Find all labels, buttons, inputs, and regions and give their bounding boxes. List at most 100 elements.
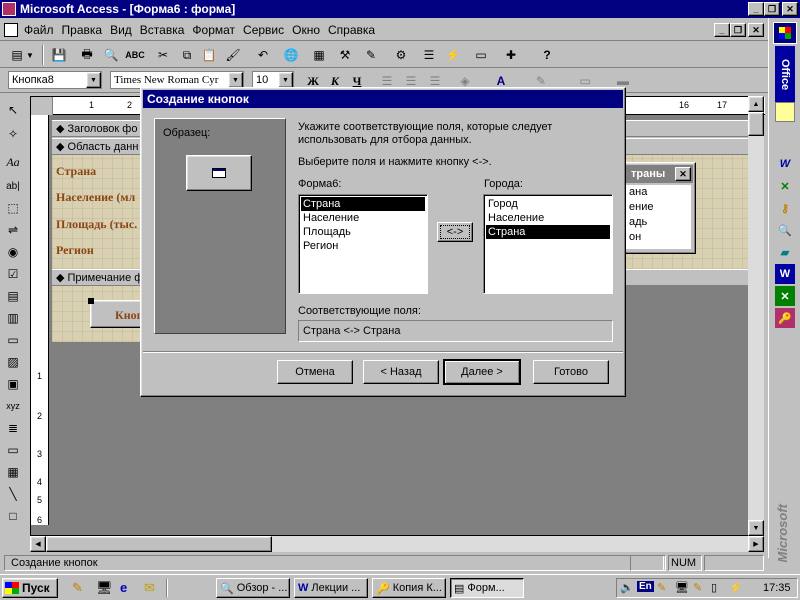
tray-monitor-icon[interactable]: 🖥 — [675, 581, 689, 594]
rectangle-tool-icon[interactable]: □ — [2, 506, 24, 526]
list-box-icon[interactable]: ▥ — [2, 308, 24, 328]
form-doc-icon[interactable] — [4, 23, 18, 37]
scroll-thumb-horizontal[interactable] — [46, 536, 272, 552]
list-item[interactable]: Площадь — [301, 225, 425, 239]
option-group-icon[interactable]: ⬚ — [2, 198, 24, 218]
copy-icon[interactable]: ⧉ — [176, 44, 198, 66]
code-icon[interactable]: ⚙ — [390, 44, 412, 66]
autoformat-icon[interactable]: ✎ — [360, 44, 382, 66]
scroll-down-button[interactable]: ▼ — [748, 520, 764, 536]
option-button-icon[interactable]: ◉ — [2, 242, 24, 262]
back-button[interactable]: < Назад — [363, 360, 439, 384]
bound-frame-icon[interactable]: xyz — [2, 396, 24, 416]
vertical-scrollbar[interactable]: ▲ ▼ — [748, 96, 764, 536]
menu-item-1[interactable]: Правка — [62, 23, 103, 37]
binder-icon[interactable]: ▰ — [775, 242, 795, 262]
tray-pen2-icon[interactable]: ✎ — [693, 581, 702, 594]
next-button[interactable]: Далее > — [443, 359, 521, 385]
language-indicator[interactable]: En — [637, 581, 654, 592]
access-app-icon[interactable] — [2, 2, 16, 16]
font-name-dropdown[interactable]: ▼ — [228, 72, 243, 88]
field-label-country[interactable]: Страна — [56, 164, 142, 179]
office-logo-button[interactable] — [773, 22, 797, 44]
notes-icon[interactable] — [775, 102, 795, 122]
image-tool-icon[interactable]: ▨ — [2, 352, 24, 372]
object-select-dropdown[interactable]: ▼ — [86, 72, 101, 88]
start-button[interactable]: Пуск — [2, 578, 58, 598]
task-copy[interactable]: 🔑 Копия К... — [372, 578, 446, 598]
undo-icon[interactable]: ↶ — [252, 44, 274, 66]
ruler-corner[interactable] — [31, 97, 53, 115]
textbox-tool-icon[interactable]: ab| — [2, 176, 24, 196]
finish-button[interactable]: Готово — [533, 360, 609, 384]
field-list-title-bar[interactable]: траны ✕ — [617, 165, 693, 183]
menu-item-7[interactable]: Справка — [328, 23, 375, 37]
menu-item-2[interactable]: Вид — [110, 23, 132, 37]
list-item[interactable]: Население — [301, 211, 425, 225]
field-label-population[interactable]: Население (мл — [56, 190, 142, 205]
clock[interactable]: 17:35 — [763, 582, 791, 594]
field-list-icon[interactable]: ▦ — [308, 44, 330, 66]
save-icon[interactable]: 💾 — [48, 44, 70, 66]
excel-sheet-icon[interactable]: ✕ — [775, 286, 795, 306]
list-item-selected[interactable]: Страна — [301, 197, 425, 211]
tray-battery-icon[interactable]: ▯ — [711, 581, 717, 594]
dialog-title-bar[interactable]: Создание кнопок — [143, 90, 623, 108]
selection-handle[interactable] — [88, 298, 94, 304]
build-icon[interactable]: ⚡ — [442, 44, 464, 66]
table-fields-list[interactable]: Город Население Страна — [483, 194, 613, 294]
scroll-up-button[interactable]: ▲ — [748, 96, 764, 112]
doc-restore-button[interactable]: ❐ — [730, 23, 746, 37]
toggle-button-icon[interactable]: ⇌ — [2, 220, 24, 240]
view-dropdown-icon[interactable]: ▼ — [24, 44, 36, 66]
scroll-left-button[interactable]: ◀ — [30, 536, 46, 552]
tray-pen-icon[interactable]: ✎ — [657, 581, 666, 594]
line-tool-icon[interactable]: ╲ — [2, 484, 24, 504]
doc-minimize-button[interactable]: _ — [714, 23, 730, 37]
field-label-region[interactable]: Регион — [56, 243, 142, 258]
menu-item-3[interactable]: Вставка — [140, 23, 185, 37]
print-icon[interactable]: 🖶 — [76, 44, 98, 66]
menu-item-6[interactable]: Окно — [292, 23, 320, 37]
task-form[interactable]: ▤ Форм... — [450, 578, 524, 598]
task-word-lectures[interactable]: W Лекции ... — [294, 578, 368, 598]
checkbox-tool-icon[interactable]: ☑ — [2, 264, 24, 284]
close-button[interactable]: ✕ — [782, 2, 798, 16]
control-wizards-icon[interactable]: ✧ — [2, 124, 24, 144]
cancel-button[interactable]: Отмена — [277, 360, 353, 384]
print-preview-icon[interactable]: 🔍 — [100, 44, 122, 66]
toolbox-icon[interactable]: ⚒ — [334, 44, 356, 66]
object-select[interactable]: Кнопка8 ▼ — [8, 71, 102, 89]
hyperlink-icon[interactable]: 🌐 — [280, 44, 302, 66]
quicklaunch-ie-icon[interactable]: e — [120, 580, 127, 595]
field-label-area[interactable]: Площадь (тыс. — [56, 217, 142, 232]
field-list-item[interactable]: адь — [629, 215, 691, 230]
tray-network-icon[interactable]: ⚡ — [729, 581, 743, 594]
properties-icon[interactable]: ☰ — [418, 44, 440, 66]
select-objects-icon[interactable]: ↖ — [2, 100, 24, 120]
help-icon[interactable]: ? — [536, 44, 558, 66]
spelling-icon[interactable]: ABC — [124, 44, 146, 66]
doc-close-button[interactable]: ✕ — [748, 23, 764, 37]
font-size-dropdown[interactable]: ▼ — [278, 72, 293, 88]
list-item[interactable]: Регион — [301, 239, 425, 253]
access-icon[interactable]: 🔑 — [775, 308, 795, 328]
quicklaunch-outlook-icon[interactable]: ✉ — [144, 580, 155, 596]
quicklaunch-desktop-icon[interactable]: 🖥 — [96, 580, 113, 596]
list-item[interactable]: Город — [486, 197, 610, 211]
scroll-right-button[interactable]: ▶ — [748, 536, 764, 552]
format-painter-icon[interactable]: 🖌 — [222, 44, 244, 66]
label-tool-icon[interactable]: Aa — [2, 152, 24, 172]
quicklaunch-pen-icon[interactable]: ✎ — [72, 580, 83, 596]
field-list-item[interactable]: ана — [629, 185, 691, 200]
command-button-icon[interactable]: ▭ — [2, 330, 24, 350]
combo-box-icon[interactable]: ▤ — [2, 286, 24, 306]
maximize-button[interactable]: ❐ — [764, 2, 780, 16]
match-fields-button[interactable]: <-> — [437, 222, 473, 242]
new-object-icon[interactable]: ✚ — [500, 44, 522, 66]
excel-icon[interactable]: ✕ — [775, 176, 795, 196]
minimize-button[interactable]: _ — [748, 2, 764, 16]
find-icon[interactable]: 🔍 — [775, 220, 795, 240]
unbound-frame-icon[interactable]: ▣ — [2, 374, 24, 394]
form-fields-list[interactable]: Страна Население Площадь Регион — [298, 194, 428, 294]
